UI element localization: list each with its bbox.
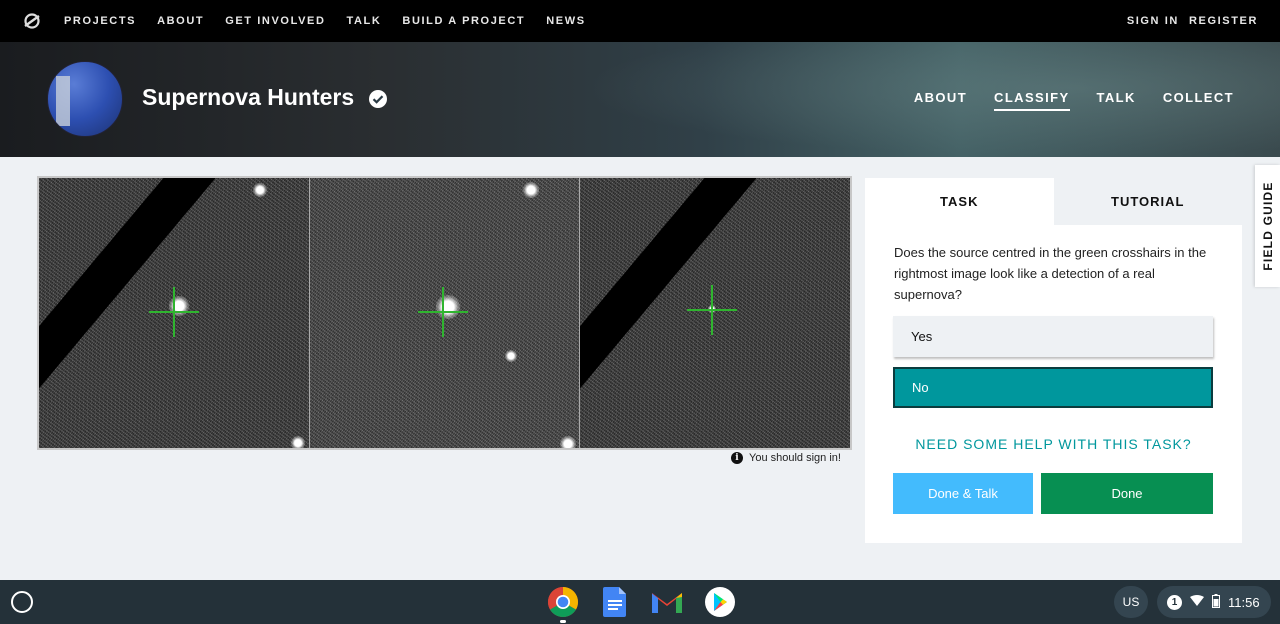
running-app-indicator	[560, 620, 566, 623]
subject-image-middle[interactable]	[309, 178, 580, 448]
launcher-icon[interactable]	[11, 591, 33, 613]
subject-image-left[interactable]	[39, 178, 309, 448]
task-help-link[interactable]: NEED SOME HELP WITH THIS TASK?	[865, 436, 1242, 452]
crosshair-vertical	[173, 287, 175, 337]
project-nav-collect[interactable]: COLLECT	[1163, 90, 1234, 111]
auth-links: SIGN IN REGISTER	[1127, 15, 1268, 27]
nav-talk-link[interactable]: TALK	[347, 15, 382, 27]
nav-news-link[interactable]: NEWS	[546, 15, 585, 27]
done-and-talk-button[interactable]: Done & Talk	[893, 473, 1033, 514]
project-title[interactable]: Supernova Hunters	[142, 84, 388, 111]
project-header: Supernova Hunters ABOUT CLASSIFY TALK CO…	[0, 42, 1280, 157]
tab-tutorial[interactable]: TUTORIAL	[1053, 178, 1242, 225]
project-nav-talk[interactable]: TALK	[1097, 90, 1136, 111]
sign-in-link[interactable]: SIGN IN	[1127, 15, 1179, 27]
project-title-text: Supernova Hunters	[142, 84, 355, 110]
battery-icon	[1212, 593, 1220, 611]
sign-in-notice-text: You should sign in!	[749, 452, 841, 464]
task-panel: TASK TUTORIAL Does the source centred in…	[865, 178, 1242, 543]
notification-count-badge: 1	[1167, 594, 1182, 610]
task-tabs: TASK TUTORIAL	[865, 178, 1242, 225]
input-method-indicator[interactable]: US	[1114, 586, 1148, 618]
subject-image-right[interactable]	[580, 178, 851, 448]
subject-viewer[interactable]	[37, 176, 852, 450]
nav-about-link[interactable]: ABOUT	[157, 15, 204, 27]
gmail-icon[interactable]	[650, 585, 684, 619]
project-nav: ABOUT CLASSIFY TALK COLLECT	[914, 90, 1234, 111]
register-link[interactable]: REGISTER	[1189, 15, 1258, 27]
os-taskbar: US 1 11:56	[0, 580, 1280, 624]
answer-yes-button[interactable]: Yes	[893, 316, 1213, 357]
field-guide-tab[interactable]: FIELD GUIDE	[1255, 165, 1280, 287]
sign-in-notice: i You should sign in!	[731, 452, 841, 464]
crosshair-vertical	[441, 287, 444, 337]
answer-no-button[interactable]: No	[893, 367, 1213, 408]
wifi-icon	[1190, 594, 1204, 610]
nav-get-involved-link[interactable]: GET INVOLVED	[225, 15, 325, 27]
info-icon: i	[731, 452, 743, 464]
done-button[interactable]: Done	[1041, 473, 1213, 514]
crosshair-vertical	[711, 285, 714, 335]
project-avatar[interactable]	[47, 61, 123, 137]
task-question: Does the source centred in the green cro…	[894, 245, 1207, 302]
clock: 11:56	[1228, 594, 1260, 610]
play-store-icon[interactable]	[703, 585, 737, 619]
nav-build-project-link[interactable]: BUILD A PROJECT	[402, 15, 525, 27]
system-tray[interactable]: 1 11:56	[1157, 586, 1271, 618]
site-top-nav: PROJECTS ABOUT GET INVOLVED TALK BUILD A…	[0, 0, 1280, 42]
project-nav-classify[interactable]: CLASSIFY	[994, 90, 1070, 111]
tab-task[interactable]: TASK	[865, 178, 1054, 225]
verified-badge-icon	[368, 88, 388, 108]
chrome-icon[interactable]	[546, 585, 580, 619]
docs-icon[interactable]	[598, 585, 632, 619]
project-nav-about[interactable]: ABOUT	[914, 90, 967, 111]
zooniverse-logo-icon[interactable]	[22, 11, 42, 31]
field-guide-label: FIELD GUIDE	[1260, 181, 1275, 271]
nav-projects-link[interactable]: PROJECTS	[64, 15, 136, 27]
